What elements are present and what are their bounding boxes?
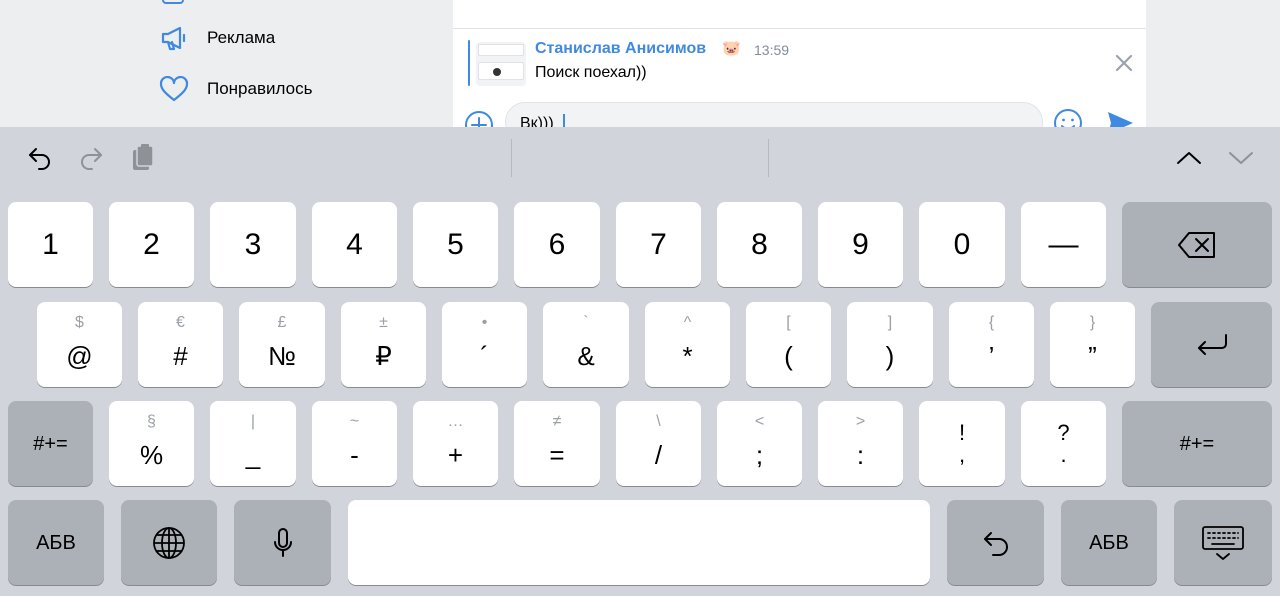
emoji-button[interactable]	[1053, 108, 1083, 128]
undo-key[interactable]	[947, 500, 1044, 585]
key-percent[interactable]: §%	[109, 401, 194, 486]
redo-icon	[81, 148, 102, 170]
reply-author-name[interactable]: Станислав Анисимов	[535, 40, 706, 58]
space-key[interactable]	[348, 500, 930, 585]
app-area: Реклама Понравилось Станислав Анисимов 🐷…	[0, 0, 1280, 128]
key-semicolon[interactable]: <;	[717, 401, 802, 486]
message-composer[interactable]	[505, 102, 1043, 128]
smile-icon	[1054, 109, 1082, 128]
letters-switch-key-right[interactable]: АБВ	[1061, 500, 1157, 585]
key-close-paren[interactable]: ])	[847, 302, 933, 387]
reply-author-emoji: 🐷	[722, 40, 741, 57]
backspace-key[interactable]	[1122, 202, 1272, 287]
chat-panel: Станислав Анисимов 🐷 13:59 Поиск поехал)…	[453, 0, 1146, 128]
heart-icon	[158, 73, 190, 105]
attach-button[interactable]	[464, 110, 494, 128]
key-apostrophe[interactable]: {’	[949, 302, 1034, 387]
undo-button[interactable]	[25, 143, 55, 173]
close-icon	[1115, 54, 1133, 72]
globe-icon	[153, 526, 185, 559]
key-4[interactable]: 4	[312, 202, 397, 287]
key-at[interactable]: $ @	[37, 302, 122, 387]
key-9[interactable]: 9	[818, 202, 903, 287]
key-exclamation-comma[interactable]: !,	[919, 401, 1005, 486]
reply-timestamp: 13:59	[754, 42, 790, 58]
send-button[interactable]	[1105, 108, 1135, 128]
sidebar-item-liked[interactable]: Понравилось	[158, 71, 312, 107]
return-key[interactable]	[1151, 302, 1272, 387]
text-caret	[563, 114, 565, 128]
microphone-icon	[273, 527, 292, 557]
key-underscore[interactable]: | _	[210, 401, 296, 486]
key-hash[interactable]: € #	[138, 302, 223, 387]
symbols-shift-key-left[interactable]: #+=	[8, 401, 93, 486]
key-asterisk[interactable]: ^ *	[645, 302, 730, 387]
paste-button[interactable]	[128, 143, 158, 173]
plus-circle-icon	[465, 111, 493, 128]
onscreen-keyboard: 1 2 3 4 5 6 7 8 9 0 — $ @ € # £ № ± ₽ • ´ ` & …	[0, 127, 1280, 596]
key-acute[interactable]: • ´	[442, 302, 527, 387]
close-reply-button[interactable]	[1113, 52, 1135, 74]
key-0[interactable]: 0	[919, 202, 1005, 287]
keyboard-dismiss-icon	[1202, 525, 1244, 560]
key-slash[interactable]: \ /	[616, 401, 701, 486]
key-ampersand[interactable]: ` &	[543, 302, 629, 387]
sidebar-item-label: Понравилось	[207, 79, 313, 98]
reply-thumbnail	[476, 42, 526, 86]
sidebar-item-ads[interactable]: Реклама	[158, 20, 275, 56]
key-colon[interactable]: >:	[818, 401, 903, 486]
symbols-shift-key-right[interactable]: #+=	[1122, 401, 1272, 486]
key-open-paren[interactable]: [(	[746, 302, 831, 387]
key-question-period[interactable]: ?.	[1021, 401, 1106, 486]
key-plus[interactable]: … +	[413, 401, 498, 486]
clipboard-icon	[133, 144, 154, 170]
sidebar-item-label: Реклама	[207, 28, 276, 47]
key-1[interactable]: 1	[8, 202, 93, 287]
letters-switch-key-left[interactable]: АБВ	[8, 500, 104, 585]
key-hyphen[interactable]: ~ -	[312, 401, 397, 486]
sidebar-partial-icon	[162, 0, 184, 4]
undo-icon	[983, 531, 1008, 556]
key-numero[interactable]: £ №	[239, 302, 325, 387]
key-2[interactable]: 2	[109, 202, 194, 287]
keyboard-toolbar	[0, 127, 1280, 189]
divider	[511, 139, 512, 177]
key-3[interactable]: 3	[210, 202, 296, 287]
reply-message-text: Поиск поехал))	[535, 64, 647, 81]
key-7[interactable]: 7	[616, 202, 701, 287]
previous-field-button[interactable]	[1174, 143, 1204, 173]
backspace-icon	[1178, 231, 1215, 258]
return-icon	[1197, 333, 1227, 355]
key-equals[interactable]: ≠ =	[514, 401, 600, 486]
dictation-key[interactable]	[234, 500, 331, 585]
undo-icon	[29, 148, 50, 170]
chevron-up-icon	[1177, 152, 1201, 164]
divider	[768, 139, 769, 177]
divider	[453, 28, 1146, 29]
key-em-dash[interactable]: —	[1021, 202, 1106, 287]
chevron-down-icon	[1229, 152, 1253, 164]
globe-key[interactable]	[121, 500, 217, 585]
key-8[interactable]: 8	[717, 202, 802, 287]
key-6[interactable]: 6	[514, 202, 600, 287]
reply-indicator-bar	[468, 40, 470, 86]
key-quote[interactable]: }”	[1050, 302, 1135, 387]
hide-keyboard-key[interactable]	[1174, 500, 1272, 585]
key-5[interactable]: 5	[413, 202, 498, 287]
redo-button[interactable]	[76, 143, 106, 173]
key-ruble[interactable]: ± ₽	[341, 302, 426, 387]
next-field-button[interactable]	[1226, 143, 1256, 173]
send-icon	[1108, 112, 1133, 128]
megaphone-icon	[158, 22, 190, 54]
